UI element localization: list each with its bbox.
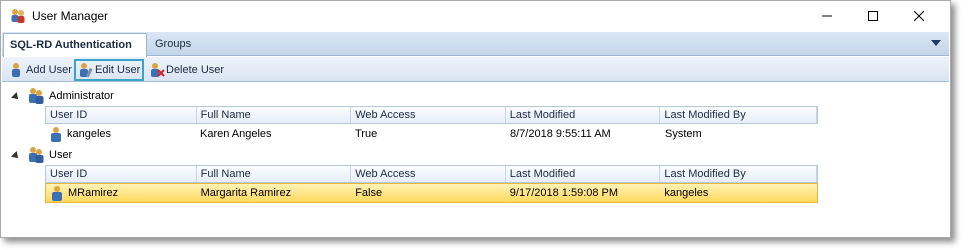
add-user-button[interactable]: Add User [6, 59, 75, 80]
full-name-cell: Margarita Ramirez [200, 187, 292, 199]
column-header-full-name[interactable]: Full Name [197, 166, 352, 182]
user-grid-user: User ID Full Name Web Access Last Modifi… [45, 165, 818, 203]
user-icon [51, 127, 61, 142]
table-row-selected[interactable]: MRamirez Margarita Ramirez False 9/17/20… [45, 183, 818, 203]
last-modified-by-cell: System [665, 128, 702, 140]
user-tree: Administrator User ID Full Name Web Acce… [2, 83, 949, 237]
window-title: User Manager [32, 9, 109, 23]
user-grid-administrator: User ID Full Name Web Access Last Modifi… [45, 106, 818, 144]
users-group-icon [29, 88, 44, 104]
last-modified-cell: 9/17/2018 1:59:08 PM [509, 187, 619, 199]
delete-user-icon [151, 62, 165, 77]
delete-user-label: Delete User [166, 63, 225, 76]
column-header-last-modified[interactable]: Last Modified [506, 107, 661, 123]
add-user-label: Add User [26, 63, 72, 76]
table-row[interactable]: kangeles Karen Angeles True 8/7/2018 9:5… [45, 124, 818, 144]
group-label: User [49, 149, 73, 161]
edit-user-button[interactable]: Edit User [74, 59, 145, 81]
edit-user-label: Edit User [95, 64, 141, 76]
delete-user-button[interactable]: Delete User [146, 59, 227, 80]
maximize-icon [868, 11, 878, 21]
toolbar: Add User Edit User Delete User [2, 57, 949, 82]
column-header-last-modified[interactable]: Last Modified [506, 166, 661, 182]
add-user-icon [12, 62, 20, 77]
chevron-down-icon[interactable] [931, 40, 941, 46]
user-id-cell: MRamirez [46, 185, 197, 201]
users-icon [11, 9, 25, 23]
expand-icon[interactable] [11, 151, 21, 161]
title-bar[interactable]: User Manager [1, 1, 950, 31]
user-icon [52, 186, 62, 201]
column-header-last-modified-by[interactable]: Last Modified By [660, 166, 817, 182]
minimize-icon [822, 15, 832, 17]
user-id-text: kangeles [67, 128, 112, 140]
grid-header: User ID Full Name Web Access Last Modifi… [45, 106, 818, 124]
maximize-button[interactable] [850, 1, 896, 31]
web-access-cell: False [355, 187, 383, 199]
tab-sql-rd-authentication[interactable]: SQL-RD Authentication [3, 33, 147, 57]
column-header-last-modified-by[interactable]: Last Modified By [660, 107, 817, 123]
last-modified-by-cell: kangeles [664, 187, 709, 199]
last-modified-cell: 8/7/2018 9:55:11 AM [510, 128, 611, 140]
web-access-cell: True [355, 128, 378, 140]
user-id-text: MRamirez [68, 187, 119, 199]
full-name-cell: Karen Angeles [200, 128, 272, 140]
column-header-user-id[interactable]: User ID [46, 166, 197, 182]
group-label: Administrator [49, 90, 114, 102]
column-header-web-access[interactable]: Web Access [351, 107, 506, 123]
close-icon [914, 11, 924, 21]
tab-groups[interactable]: Groups [149, 33, 197, 56]
user-id-cell: kangeles [45, 126, 196, 142]
tab-strip: SQL-RD Authentication Groups [2, 32, 949, 57]
minimize-button[interactable] [804, 1, 850, 31]
column-header-full-name[interactable]: Full Name [197, 107, 352, 123]
users-group-icon [29, 147, 44, 163]
expand-icon[interactable] [11, 92, 21, 102]
edit-user-icon [80, 63, 93, 78]
user-manager-window: User Manager SQL-RD Authentication Group… [0, 0, 951, 238]
column-header-web-access[interactable]: Web Access [351, 166, 506, 182]
column-header-user-id[interactable]: User ID [46, 107, 197, 123]
grid-header: User ID Full Name Web Access Last Modifi… [45, 165, 818, 183]
close-button[interactable] [896, 1, 942, 31]
